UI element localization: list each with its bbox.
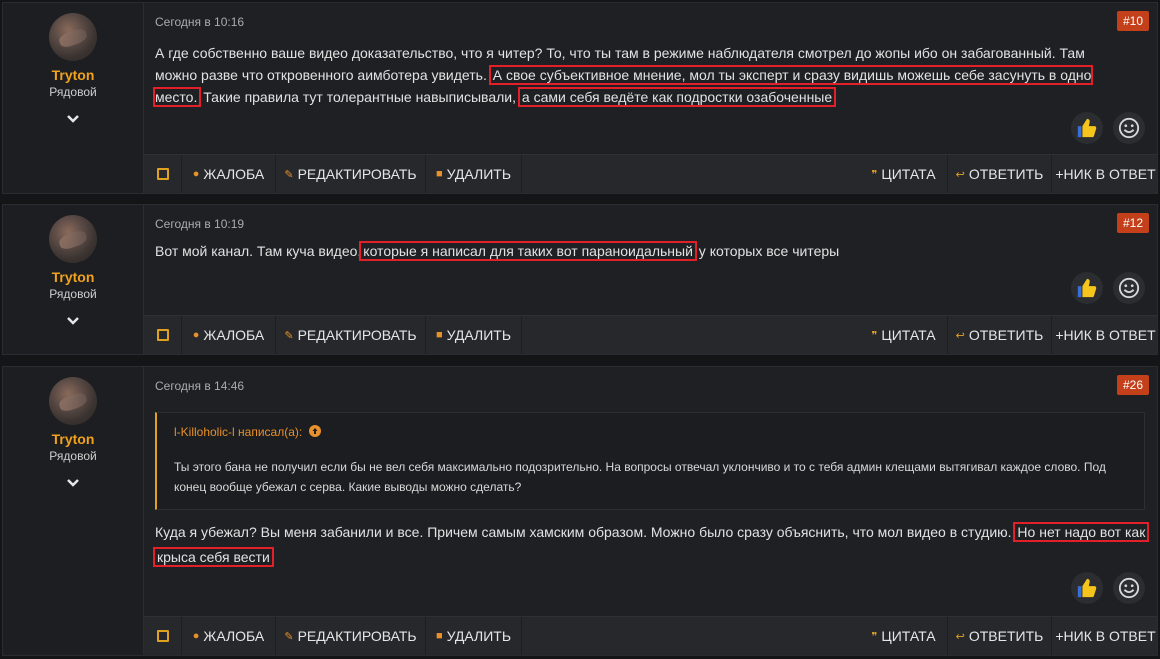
emoji-reaction-button[interactable] [1113, 572, 1145, 604]
reply-button[interactable]: ↩ ОТВЕТИТЬ [948, 155, 1052, 193]
nick-reply-button[interactable]: +НИК В ОТВЕТ [1052, 617, 1159, 655]
post-body: Сегодня в 10:16 #10 А где собственно ваш… [144, 3, 1157, 193]
smile-icon [1118, 277, 1140, 299]
user-panel: Tryton Рядовой [3, 205, 144, 354]
report-button[interactable]: ● ЖАЛОБА [182, 155, 276, 193]
message-text: Такие правила тут толерантные навыписыва… [199, 89, 516, 105]
reply-button[interactable]: ↩ ОТВЕТИТЬ [948, 316, 1052, 354]
quote-button[interactable]: ❞ ЦИТАТА [860, 316, 948, 354]
emoji-reaction-button[interactable] [1113, 112, 1145, 144]
chevron-down-icon[interactable] [65, 111, 81, 127]
post-message: А где собственно ваше видео доказательст… [152, 42, 1117, 108]
alert-icon: ● [192, 329, 200, 341]
quote-icon: ❞ [871, 630, 878, 643]
reply-icon: ↩ [955, 168, 965, 181]
alert-icon: ● [192, 630, 200, 642]
report-button[interactable]: ● ЖАЛОБА [182, 617, 276, 655]
delete-button[interactable]: ■ УДАЛИТЬ [426, 617, 522, 655]
alert-icon: ● [192, 168, 200, 180]
avatar[interactable] [49, 377, 97, 425]
quote-button[interactable]: ❞ ЦИТАТА [860, 155, 948, 193]
select-checkbox[interactable] [144, 617, 182, 655]
trash-icon: ■ [435, 168, 443, 180]
report-button[interactable]: ● ЖАЛОБА [182, 316, 276, 354]
post-number-badge[interactable]: #26 [1116, 375, 1149, 395]
message-text: у которых все читеры [694, 243, 840, 259]
post: Tryton Рядовой Сегодня в 14:46 #26 l-Kil… [2, 366, 1158, 656]
smile-icon [1118, 577, 1140, 599]
edit-button[interactable]: ✎ РЕДАКТИРОВАТЬ [276, 617, 426, 655]
quote-button[interactable]: ❞ ЦИТАТА [860, 617, 948, 655]
post-body: Сегодня в 10:19 #12 Вот мой канал. Там к… [144, 205, 1157, 354]
post-message: Куда я убежал? Вы меня забанили и все. П… [153, 520, 1150, 570]
post-timestamp[interactable]: Сегодня в 14:46 [155, 379, 244, 393]
trash-icon: ■ [435, 630, 443, 642]
checkbox-icon [156, 168, 169, 180]
post-toolbar: ● ЖАЛОБА ✎ РЕДАКТИРОВАТЬ ■ УДАЛИТЬ ❞ ЦИТАТА … [144, 154, 1157, 193]
highlighted-text: а сами себя ведёте как подростки озабоче… [517, 87, 837, 107]
delete-button[interactable]: ■ УДАЛИТЬ [426, 316, 522, 354]
post-toolbar: ● ЖАЛОБА ✎ РЕДАКТИРОВАТЬ ■ УДАЛИТЬ ❞ ЦИТАТА … [144, 616, 1157, 655]
reactions [1071, 572, 1151, 604]
reply-button[interactable]: ↩ ОТВЕТИТЬ [948, 617, 1052, 655]
username[interactable]: Tryton [3, 269, 143, 285]
nick-reply-button[interactable]: +НИК В ОТВЕТ [1052, 316, 1159, 354]
smile-icon [1118, 117, 1140, 139]
thumbs-up-icon [1077, 278, 1097, 298]
arrow-up-circle-icon[interactable] [308, 425, 321, 437]
user-panel: Tryton Рядовой [3, 367, 144, 655]
checkbox-icon [156, 630, 169, 642]
username[interactable]: Tryton [3, 431, 143, 447]
post: Tryton Рядовой Сегодня в 10:16 #10 А где… [2, 2, 1158, 194]
delete-button[interactable]: ■ УДАЛИТЬ [426, 155, 522, 193]
post-body: Сегодня в 14:46 #26 l-Killoholic-l напис… [144, 367, 1157, 655]
trash-icon: ■ [435, 329, 443, 341]
quote-icon: ❞ [871, 168, 878, 181]
nick-reply-button[interactable]: +НИК В ОТВЕТ [1052, 155, 1159, 193]
reactions [1071, 272, 1151, 304]
thumbs-up-icon [1077, 578, 1097, 598]
edit-button[interactable]: ✎ РЕДАКТИРОВАТЬ [276, 155, 426, 193]
post-toolbar: ● ЖАЛОБА ✎ РЕДАКТИРОВАТЬ ■ УДАЛИТЬ ❞ ЦИТАТА … [144, 315, 1157, 354]
pencil-icon: ✎ [284, 168, 294, 181]
pencil-icon: ✎ [284, 329, 294, 342]
username[interactable]: Tryton [3, 67, 143, 83]
quote-author[interactable]: l-Killoholic-l написал(а): [174, 425, 321, 439]
reactions [1071, 112, 1151, 144]
pencil-icon: ✎ [284, 630, 294, 643]
highlighted-text: Но нет надо вот как [1013, 522, 1150, 542]
reply-icon: ↩ [955, 329, 965, 342]
post: Tryton Рядовой Сегодня в 10:19 #12 Вот м… [2, 204, 1158, 355]
like-button[interactable] [1071, 272, 1103, 304]
like-button[interactable] [1071, 572, 1103, 604]
user-rank: Рядовой [49, 85, 97, 99]
chevron-down-icon[interactable] [65, 313, 81, 329]
avatar[interactable] [49, 13, 97, 61]
avatar[interactable] [49, 215, 97, 263]
quote-text: Ты этого бана не получил если бы не вел … [174, 460, 1106, 494]
edit-button[interactable]: ✎ РЕДАКТИРОВАТЬ [276, 316, 426, 354]
highlighted-text: крыса себя вести [153, 547, 274, 567]
user-rank: Рядовой [49, 287, 97, 301]
post-timestamp[interactable]: Сегодня в 10:16 [155, 15, 244, 29]
post-number-badge[interactable]: #10 [1116, 11, 1149, 31]
message-text: Куда я убежал? Вы меня забанили и все. П… [155, 524, 1012, 540]
reply-icon: ↩ [955, 630, 965, 643]
post-number-badge[interactable]: #12 [1116, 213, 1149, 233]
user-panel: Tryton Рядовой [3, 3, 144, 193]
post-timestamp[interactable]: Сегодня в 10:19 [155, 217, 244, 231]
chevron-down-icon[interactable] [65, 475, 81, 491]
select-checkbox[interactable] [144, 155, 182, 193]
select-checkbox[interactable] [144, 316, 182, 354]
checkbox-icon [156, 329, 169, 341]
thumbs-up-icon [1077, 118, 1097, 138]
quote-icon: ❞ [871, 329, 878, 342]
quote-block: l-Killoholic-l написал(а): Ты этого бана… [155, 412, 1145, 510]
emoji-reaction-button[interactable] [1113, 272, 1145, 304]
post-message: Вот мой канал. Там куча видео, которые я … [155, 240, 1107, 262]
like-button[interactable] [1071, 112, 1103, 144]
user-rank: Рядовой [49, 449, 97, 463]
highlighted-text: которые я написал для таких вот параноид… [359, 241, 697, 261]
message-text: Вот мой канал. Там куча видео, [155, 243, 362, 259]
